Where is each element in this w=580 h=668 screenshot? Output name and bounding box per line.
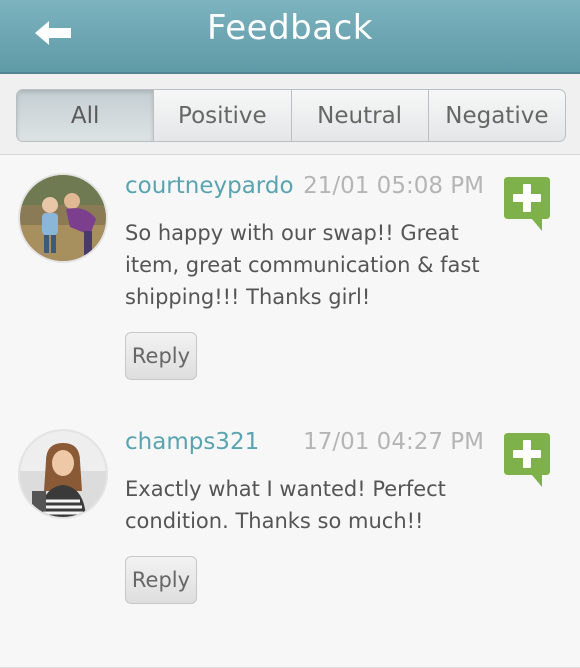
- tab-neutral[interactable]: Neutral: [292, 90, 429, 141]
- username-link[interactable]: champs321: [125, 429, 259, 455]
- timestamp: 21/01 05:08 PM: [303, 173, 484, 199]
- feedback-item: champs321 17/01 04:27 PM Exactly what I …: [0, 411, 580, 668]
- feedback-message: So happy with our swap!! Great item, gre…: [125, 221, 480, 309]
- positive-plus-icon: [504, 177, 550, 231]
- reply-button[interactable]: Reply: [125, 556, 197, 604]
- tab-negative[interactable]: Negative: [429, 90, 565, 141]
- feedback-filter-segmented-control: All Positive Neutral Negative: [16, 89, 566, 142]
- avatar[interactable]: [18, 429, 108, 519]
- reply-button[interactable]: Reply: [125, 332, 197, 380]
- page-title: Feedback: [207, 8, 373, 48]
- avatar[interactable]: [18, 173, 108, 263]
- header-bar: Feedback: [0, 0, 580, 74]
- feedback-item: courtneypardo 21/01 05:08 PM So happy wi…: [0, 155, 580, 412]
- positive-plus-icon: [504, 433, 550, 487]
- filter-bar: All Positive Neutral Negative: [0, 74, 580, 155]
- username-link[interactable]: courtneypardo: [125, 173, 294, 199]
- avatar-photo: [20, 431, 106, 517]
- tab-all[interactable]: All: [17, 90, 155, 141]
- avatar-photo: [20, 175, 106, 261]
- tab-positive[interactable]: Positive: [154, 90, 292, 141]
- timestamp: 17/01 04:27 PM: [303, 429, 484, 455]
- feedback-message: Exactly what I wanted! Perfect condition…: [125, 477, 446, 533]
